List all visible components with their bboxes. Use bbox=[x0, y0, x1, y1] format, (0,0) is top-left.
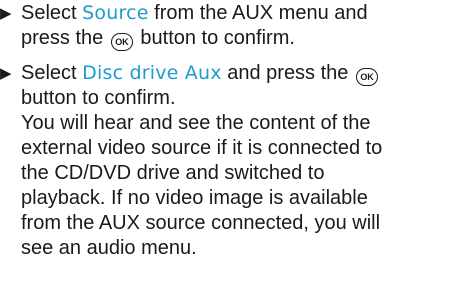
ok-button-icon: OK bbox=[355, 68, 378, 86]
step-2-line-1: ▶ Select Disc drive Aux and press the OK bbox=[0, 61, 452, 86]
step-1-line-2: press the OK button to confirm. bbox=[0, 26, 452, 51]
step-1-text-before: Select bbox=[21, 2, 83, 24]
note-line: external video source if it is connected… bbox=[21, 137, 383, 159]
step-2-text-after: and press the bbox=[221, 62, 354, 84]
ok-button-icon: OK bbox=[110, 33, 133, 51]
note-line: the CD/DVD drive and switched to bbox=[21, 162, 325, 184]
display-text-source: Source bbox=[82, 2, 149, 24]
display-text-disc-drive-aux: Disc drive Aux bbox=[82, 62, 222, 84]
step-1-line-1: ▶ Select Source from the AUX menu and bbox=[0, 1, 452, 26]
step-arrow-icon: ▶ bbox=[0, 5, 12, 22]
step-2-line-2: button to confirm. bbox=[21, 87, 176, 109]
step-1-line-2-before: press the bbox=[21, 27, 109, 49]
instruction-step-2: ▶ Select Disc drive Aux and press the OK … bbox=[0, 61, 452, 261]
step-1-line-2-after: button to confirm. bbox=[134, 27, 295, 49]
step-1-text-after: from the AUX menu and bbox=[148, 2, 368, 24]
note-line: You will hear and see the content of the bbox=[21, 112, 371, 134]
note-line: playback. If no video image is available bbox=[21, 187, 368, 209]
step-2-text-before: Select bbox=[21, 62, 83, 84]
note-line: see an audio menu. bbox=[21, 237, 197, 259]
instruction-step-1: ▶ Select Source from the AUX menu and pre… bbox=[0, 1, 452, 51]
step-arrow-icon: ▶ bbox=[0, 65, 12, 82]
note-line: from the AUX source connected, you will bbox=[21, 212, 381, 234]
